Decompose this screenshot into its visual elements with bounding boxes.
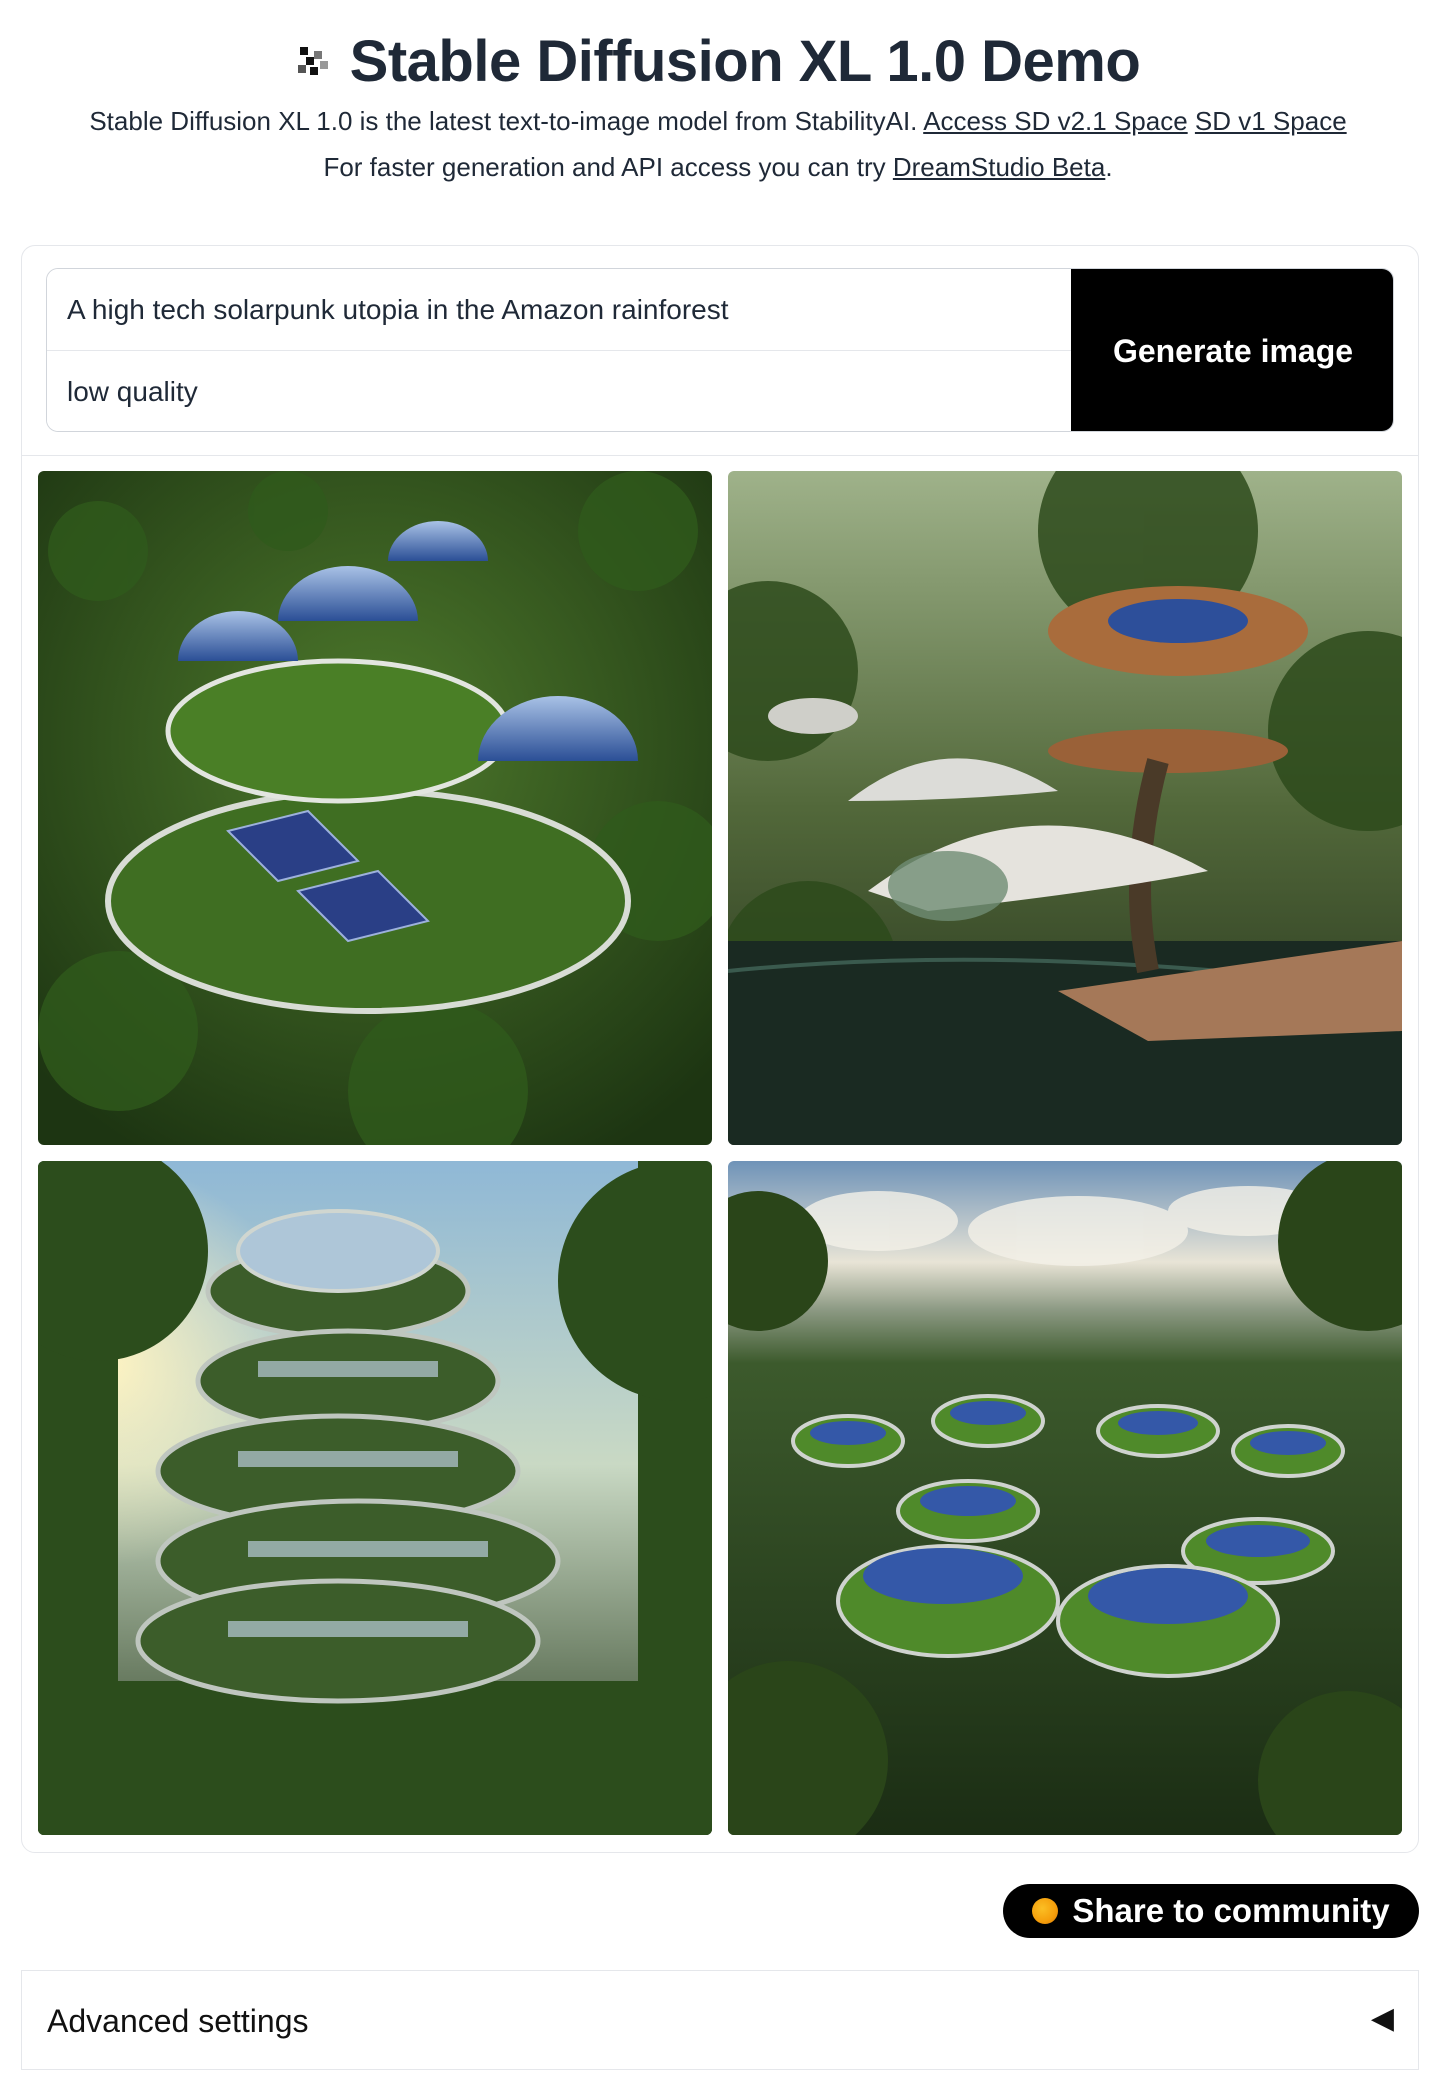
prompt-group: Generate image: [46, 268, 1394, 432]
share-label: Share to community: [1072, 1892, 1390, 1929]
description-line: Stable Diffusion XL 1.0 is the latest te…: [0, 106, 1436, 137]
gallery-image-4[interactable]: [728, 1161, 1402, 1835]
divider: [22, 455, 1418, 456]
negative-prompt-input[interactable]: [47, 351, 1071, 431]
faster-text: For faster generation and API access you…: [323, 152, 886, 182]
logo-icon: [296, 45, 330, 79]
advanced-settings-accordion[interactable]: Advanced settings ◀: [21, 1970, 1419, 2070]
community-icon: [1032, 1898, 1059, 1924]
dreamstudio-line: For faster generation and API access you…: [0, 152, 1436, 183]
sd21-link[interactable]: Access SD v2.1 Space: [923, 106, 1187, 136]
gallery-image-1[interactable]: [38, 471, 712, 1145]
page-title: Stable Diffusion XL 1.0 Demo: [349, 29, 1141, 94]
collapse-arrow-icon: ◀: [1370, 2002, 1394, 2035]
description-text: Stable Diffusion XL 1.0 is the latest te…: [89, 106, 918, 136]
gallery-image-2[interactable]: [728, 471, 1402, 1145]
title-row: Stable Diffusion XL 1.0 Demo: [0, 28, 1436, 95]
advanced-settings-label: Advanced settings: [47, 2003, 309, 2039]
generate-image-button[interactable]: Generate image: [1071, 269, 1393, 431]
share-to-community-button[interactable]: Share to community: [1003, 1884, 1419, 1938]
gallery-image-3[interactable]: [38, 1161, 712, 1835]
sd1-link[interactable]: SD v1 Space: [1195, 106, 1347, 136]
prompt-input[interactable]: [47, 269, 1071, 351]
period: .: [1105, 152, 1113, 182]
dreamstudio-link[interactable]: DreamStudio Beta: [893, 152, 1105, 182]
